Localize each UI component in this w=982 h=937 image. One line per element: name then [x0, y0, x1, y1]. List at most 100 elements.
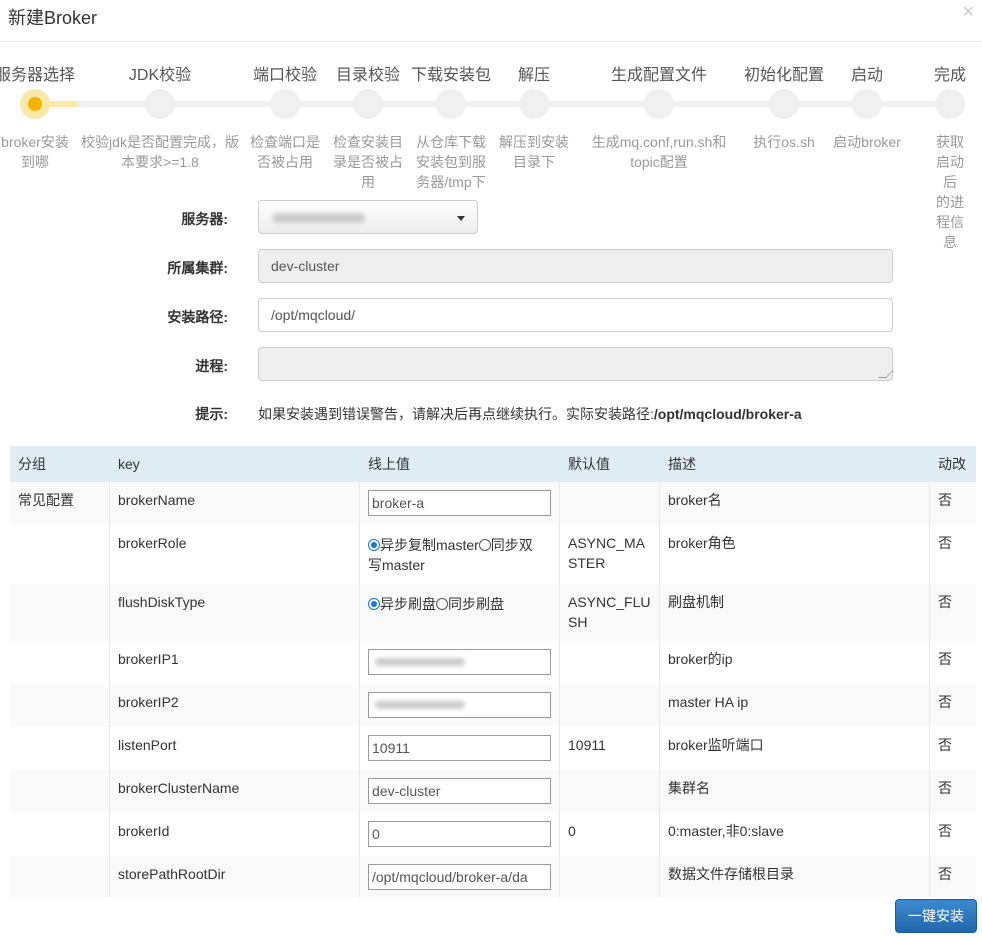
default-line: ASYNC_FLU: [568, 594, 651, 610]
key-cell: brokerId: [118, 823, 170, 839]
wizard-step-title: 端口校验: [252, 67, 318, 84]
desc-cell: 集群名: [668, 780, 710, 796]
wizard-step-title: 生成配置文件: [610, 67, 708, 84]
dynamic-cell: 否: [938, 535, 952, 551]
broker-ip2-input[interactable]: [368, 692, 551, 718]
radio-label-cont: 写master: [368, 557, 425, 573]
resize-handle-icon: [878, 370, 894, 378]
hint-text: 如果安装遇到错误警告，请解决后再点继续执行。实际安装路径:/opt/mqclou…: [258, 404, 802, 424]
value-redacted: [375, 701, 465, 709]
table-header: 分组 key 线上值 默认值 描述 动改: [10, 446, 976, 482]
radio-label: 同步双: [490, 537, 533, 553]
broker-name-input[interactable]: [368, 490, 551, 516]
default-cell: 0: [568, 823, 576, 839]
dynamic-cell: 否: [938, 651, 952, 667]
column-divider: [659, 446, 660, 897]
server-select[interactable]: [258, 200, 478, 234]
wizard-step-description: 检查安装目 录是否被占用: [333, 134, 403, 190]
wizard-step-description: 执行os.sh: [753, 134, 815, 150]
radio-label: 同步刷盘: [448, 596, 504, 612]
column-divider: [359, 446, 360, 897]
column-divider: [929, 446, 930, 897]
radio-label: 异步复制master: [380, 537, 479, 553]
header-default-value: 默认值: [568, 456, 610, 472]
key-cell: brokerIP2: [118, 694, 179, 710]
column-divider: [559, 446, 560, 897]
wizard-step-marker: [644, 89, 674, 119]
wizard-step-description: 生成mq.conf,run.sh和 topic配置: [591, 134, 727, 170]
wizard-step-description: 启动broker: [833, 134, 901, 150]
path-label: 安装路径:: [167, 309, 228, 325]
key-cell: flushDiskType: [118, 594, 206, 610]
radio-label: 异步刷盘: [380, 596, 436, 612]
value-redacted: [375, 658, 465, 666]
wizard-step-description: 从仓库下载 安装包到服 务器/tmp下: [416, 134, 486, 190]
wizard-step-marker: [436, 89, 466, 119]
cluster-name-input[interactable]: [368, 778, 551, 804]
header-key: key: [118, 456, 140, 472]
install-wizard: 服务器选择 broker安装 到哪 JDK校验 校验jdk是否配置完成，版 本要求>=1.…: [0, 56, 982, 250]
desc-cell: broker名: [668, 492, 722, 508]
table-row: brokerIP2 master HA ip 否: [10, 684, 976, 727]
cluster-field: [258, 249, 893, 283]
desc-cell: 0:master,非0:slave: [668, 823, 784, 839]
dynamic-cell: 否: [938, 737, 952, 753]
wizard-step-description: 解压到安装 目录下: [499, 134, 569, 170]
default-cell: ASYNC_MA STER: [568, 533, 645, 573]
progress-label: 进程:: [195, 358, 228, 374]
wizard-step-title: 服务器选择: [0, 67, 76, 84]
dynamic-cell: 否: [938, 492, 952, 508]
header-dynamic: 动改: [938, 456, 966, 472]
wizard-step-marker: [769, 89, 799, 119]
desc-cell: 数据文件存储根目录: [668, 866, 794, 882]
install-path-input[interactable]: [258, 298, 893, 332]
key-cell: brokerRole: [118, 535, 187, 551]
store-path-input[interactable]: [368, 864, 551, 890]
broker-ip1-input[interactable]: [368, 649, 551, 675]
dynamic-cell: 否: [938, 823, 952, 839]
table-row: listenPort 10911 broker监听端口 否: [10, 727, 976, 770]
group-cell: 常见配置: [18, 492, 74, 508]
default-cell: ASYNC_FLU SH: [568, 592, 650, 632]
hint-label: 提示:: [195, 406, 228, 422]
table-row: storePathRootDir 数据文件存储根目录 否: [10, 856, 976, 897]
table-row: 常见配置 brokerName broker名 否: [10, 482, 976, 525]
dynamic-cell: 否: [938, 780, 952, 796]
desc-cell: broker角色: [668, 535, 736, 551]
default-cell: 10911: [568, 737, 606, 753]
header-description: 描述: [668, 456, 696, 472]
header-group: 分组: [18, 456, 46, 472]
default-line: ASYNC_MA: [568, 535, 646, 551]
key-cell: brokerClusterName: [118, 780, 240, 796]
dynamic-cell: 否: [938, 866, 952, 882]
broker-id-input[interactable]: [368, 821, 551, 847]
hint-path: /opt/mqcloud/broker-a: [653, 406, 802, 422]
server-value-redacted: [273, 213, 365, 223]
wizard-step-marker: [852, 89, 882, 119]
wizard-step-description: 检查端口是 否被占用: [250, 134, 320, 170]
column-divider: [109, 446, 110, 897]
dynamic-cell: 否: [938, 694, 952, 710]
radio-async-flush[interactable]: [368, 598, 380, 610]
progress-textarea: [258, 347, 894, 381]
close-icon[interactable]: ×: [962, 1, 974, 24]
wizard-step-title: JDK校验: [128, 67, 192, 84]
listen-port-input[interactable]: [368, 735, 551, 761]
key-cell: storePathRootDir: [118, 866, 226, 882]
table-row: brokerRole 异步复制master 同步双写master ASYNC_MA…: [10, 525, 976, 584]
key-cell: listenPort: [118, 737, 177, 753]
wizard-step-marker: [145, 89, 175, 119]
cluster-label: 所属集群:: [167, 260, 228, 276]
one-click-install-button[interactable]: 一键安装: [895, 899, 977, 933]
hint-message: 如果安装遇到错误警告，请解决后再点继续执行。实际安装路径:: [258, 406, 654, 422]
radio-async-master[interactable]: [368, 539, 380, 551]
key-cell: brokerName: [118, 492, 196, 508]
desc-cell: 刷盘机制: [668, 594, 724, 610]
radio-sync-master[interactable]: [478, 539, 491, 551]
wizard-step-title: 完成: [933, 67, 967, 84]
wizard-step-marker: [353, 89, 383, 119]
desc-cell: master HA ip: [668, 694, 749, 710]
wizard-step-title: 下载安装包: [410, 67, 492, 84]
radio-sync-flush[interactable]: [436, 598, 448, 610]
modal-header: 新建Broker ×: [0, 0, 982, 42]
